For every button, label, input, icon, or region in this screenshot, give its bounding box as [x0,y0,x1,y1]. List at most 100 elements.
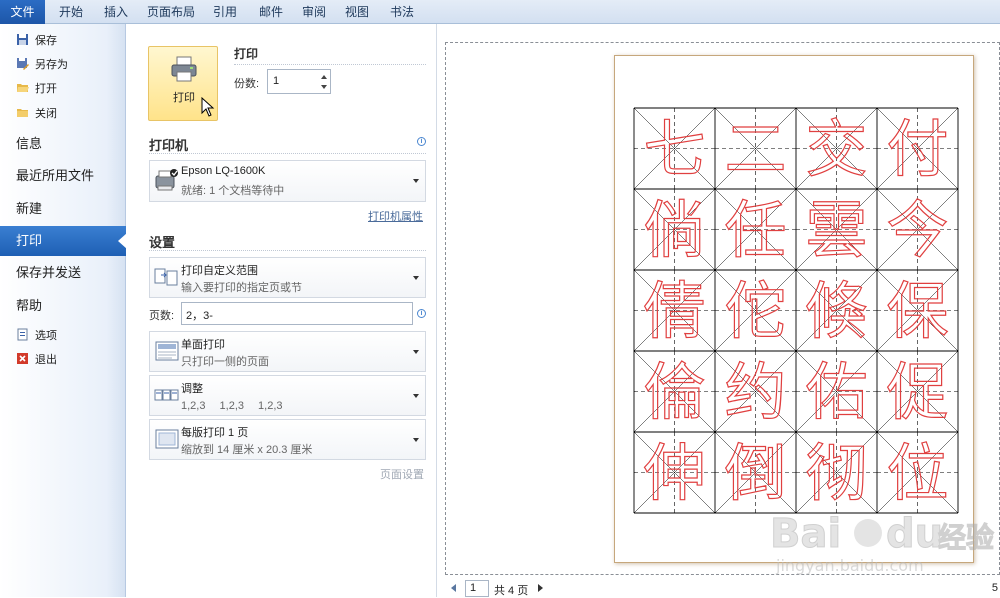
print-button[interactable]: 打印 [148,46,218,121]
tab-home[interactable]: 开始 [48,0,94,24]
sidebar-item-options[interactable]: 选项 [16,326,57,346]
pages-label: 页数: [149,310,175,322]
practice-character: 佑 [805,356,867,429]
practice-character: 交 [805,113,867,186]
pages-value: 2，3- [186,310,213,322]
practice-character: 雲 [805,194,867,267]
zoom-level[interactable]: 5 [992,582,998,594]
custom-range-icon [154,268,178,286]
previous-page-icon[interactable] [451,584,456,592]
info-icon[interactable]: i [417,137,426,146]
practice-character: 伸 [643,437,705,510]
pages-input[interactable]: 2，3- [181,302,413,325]
practice-character: 位 [886,437,948,510]
printer-icon [171,56,197,82]
sides-desc: 只打印一侧的页面 [181,356,269,368]
calligraphy-grid: 七二交付倘任雲今倩佗倏保倫约佑促伸倒彻位 [633,107,959,514]
decrement-arrow-icon[interactable] [321,85,327,89]
sidebar-item-label: 关闭 [35,108,57,120]
sidebar-item-recent[interactable]: 最近所用文件 [0,161,126,191]
preview-pager: 1 共 4 页 5 [445,578,1000,597]
page-per-sheet-icon [155,429,179,449]
practice-character: 约 [724,356,786,429]
sidebar-item-close[interactable]: 关闭 [16,104,57,124]
save-icon [17,34,28,45]
info-icon[interactable]: i [417,309,426,318]
pages-per-sheet-desc: 缩放到 14 厘米 x 20.3 厘米 [181,444,313,456]
practice-character: 倘 [643,194,705,267]
panel-divider [436,24,437,597]
sidebar-item-label: 另存为 [35,59,68,71]
options-icon [17,328,28,341]
save-as-icon [17,58,29,70]
chevron-down-icon [413,394,419,398]
printer-select[interactable]: Epson LQ-1600K 就绪: 1 个文档等待中 [149,160,426,202]
practice-character: 佗 [724,275,786,348]
sides-title: 单面打印 [181,339,225,351]
sidebar-item-new[interactable]: 新建 [0,194,126,224]
svg-text:Bai: Bai [770,511,841,557]
pages-per-sheet-title: 每版打印 1 页 [181,427,249,439]
printer-status: 就绪: 1 个文档等待中 [181,185,285,197]
tab-mailings[interactable]: 邮件 [250,0,292,24]
collate-title: 调整 [181,383,203,395]
mouse-cursor-icon [201,97,215,117]
divider [149,250,426,251]
svg-text:jingyan.baidu.com: jingyan.baidu.com [775,556,924,575]
tab-references[interactable]: 引用 [204,0,246,24]
tab-insert[interactable]: 插入 [94,0,138,24]
preview-page: 七二交付倘任雲今倩佗倏保倫约佑促伸倒彻位 [614,55,974,563]
next-page-icon[interactable] [538,584,543,592]
practice-character: 倏 [805,275,867,348]
svg-text:经验: 经验 [938,521,994,554]
backstage-sidebar: 保存 另存为 打开 关闭 信息 最近所用文件 新建 打印 保存并发送 帮助 选项… [0,24,127,597]
tab-review[interactable]: 审阅 [294,0,334,24]
sidebar-item-exit[interactable]: 退出 [16,350,57,370]
copies-label: 份数: [234,78,260,90]
practice-character: 促 [886,356,948,429]
pages-per-sheet-select[interactable]: 每版打印 1 页 缩放到 14 厘米 x 20.3 厘米 [149,419,426,460]
sidebar-item-label: 打印 [16,233,43,248]
page-setup-link[interactable]: 页面设置 [380,466,424,482]
printer-device-icon [155,169,178,191]
printer-name: Epson LQ-1600K [181,165,266,177]
tab-page-layout[interactable]: 页面布局 [138,0,204,24]
tab-view[interactable]: 视图 [336,0,378,24]
tab-file[interactable]: 文件 [0,0,45,24]
practice-character: 二 [724,113,786,186]
chevron-down-icon [413,438,419,442]
print-section-title: 打印 [234,47,259,61]
collate-select[interactable]: 调整 1,2,3 1,2,3 1,2,3 [149,375,426,416]
practice-character: 今 [886,194,948,267]
sidebar-item-open[interactable]: 打开 [16,79,57,99]
print-range-select[interactable]: 打印自定义范围 输入要打印的指定页或节 [149,257,426,298]
chevron-down-icon [413,350,419,354]
sidebar-item-save-as[interactable]: 另存为 [16,55,68,75]
folder-close-icon [17,109,28,117]
sidebar-item-info[interactable]: 信息 [0,129,126,159]
chevron-down-icon [413,179,419,183]
practice-character: 倒 [724,437,786,510]
sidebar-item-label: 选项 [35,330,57,342]
settings-section-title: 设置 [149,235,176,250]
practice-character: 倩 [643,275,705,348]
sidebar-item-help[interactable]: 帮助 [0,291,126,321]
total-pages-label: 共 4 页 [494,585,529,597]
sidebar-item-print[interactable]: 打印 [0,226,127,256]
print-range-desc: 输入要打印的指定页或节 [181,282,302,294]
sidebar-item-save[interactable]: 保存 [16,31,57,51]
printer-properties-link[interactable]: 打印机属性 [368,208,423,224]
practice-character: 付 [886,113,948,186]
practice-character: 彻 [805,437,867,510]
tab-calligraphy[interactable]: 书法 [380,0,424,24]
baidu-watermark: Bai du 经验 jingyan.baidu.com [770,511,995,576]
sidebar-item-save-and-send[interactable]: 保存并发送 [0,258,126,288]
divider [149,153,426,154]
current-page-input[interactable]: 1 [465,580,489,597]
sides-select[interactable]: 单面打印 只打印一侧的页面 [149,331,426,372]
copies-stepper[interactable]: 1 [267,69,331,94]
increment-arrow-icon[interactable] [321,75,327,79]
collate-icon [154,389,179,401]
print-range-title: 打印自定义范围 [181,265,258,277]
one-sided-icon [155,341,179,361]
